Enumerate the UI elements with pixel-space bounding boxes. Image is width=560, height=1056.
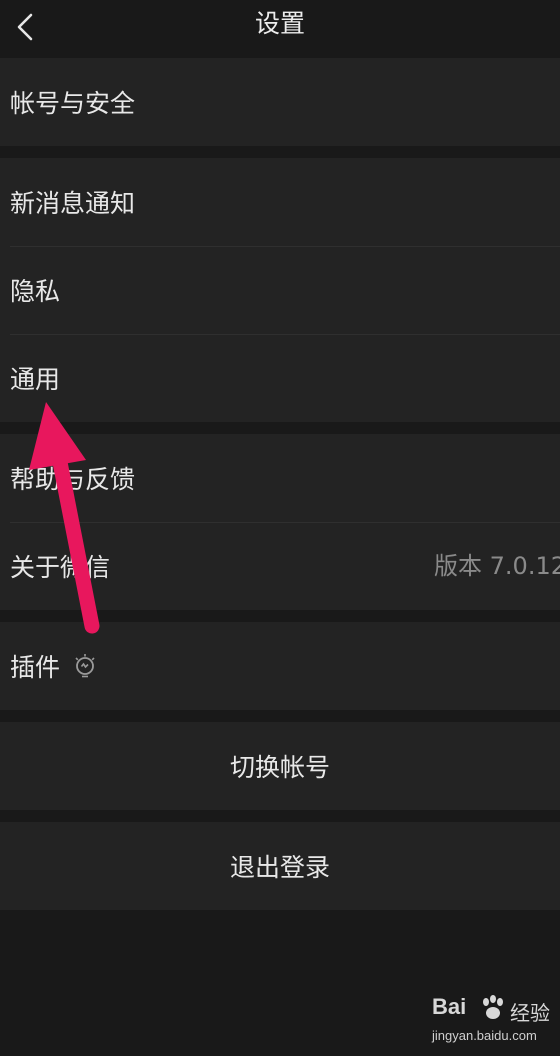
- row-plugins[interactable]: 插件: [0, 622, 560, 710]
- paw-logo-icon: [483, 995, 503, 1019]
- row-label: 帮助与反馈: [10, 465, 136, 494]
- group-help: 帮助与反馈 关于微信 版本 7.0.12: [0, 434, 560, 610]
- row-label: 帐号与安全: [10, 89, 136, 118]
- row-privacy[interactable]: 隐私: [0, 246, 560, 334]
- switch-account-label: 切换帐号: [229, 753, 330, 782]
- row-label: 通用: [10, 365, 61, 394]
- watermark-url: jingyan.baidu.com: [432, 1028, 537, 1043]
- group-notifications: 新消息通知 隐私 通用: [0, 158, 560, 422]
- row-help-feedback[interactable]: 帮助与反馈: [0, 434, 560, 522]
- logout-label: 退出登录: [229, 853, 330, 882]
- watermark-suffix: 经验: [510, 1001, 550, 1025]
- top-bar: 设置: [0, 0, 560, 58]
- watermark-brand: Bai: [432, 994, 467, 1019]
- page-title: 设置: [254, 9, 305, 38]
- row-label: 隐私: [10, 277, 61, 306]
- version-value: 版本 7.0.12: [434, 552, 560, 580]
- baidu-jingyan-watermark: Bai 经验 jingyan.baidu.com: [432, 994, 554, 1050]
- row-label: 插件: [10, 653, 61, 682]
- group-switch-account: 切换帐号: [0, 722, 560, 810]
- logout-button[interactable]: 退出登录: [0, 822, 560, 910]
- group-plugins: 插件: [0, 622, 560, 710]
- row-new-message-notification[interactable]: 新消息通知: [0, 158, 560, 246]
- row-about-wechat[interactable]: 关于微信 版本 7.0.12: [0, 522, 560, 610]
- lightbulb-plugin-icon: [75, 654, 95, 678]
- group-account: 帐号与安全: [0, 58, 560, 146]
- group-logout: 退出登录: [0, 822, 560, 910]
- switch-account-button[interactable]: 切换帐号: [0, 722, 560, 810]
- row-account-security[interactable]: 帐号与安全: [0, 58, 560, 146]
- row-label: 新消息通知: [10, 189, 136, 218]
- row-label: 关于微信: [10, 553, 111, 582]
- row-general[interactable]: 通用: [0, 334, 560, 422]
